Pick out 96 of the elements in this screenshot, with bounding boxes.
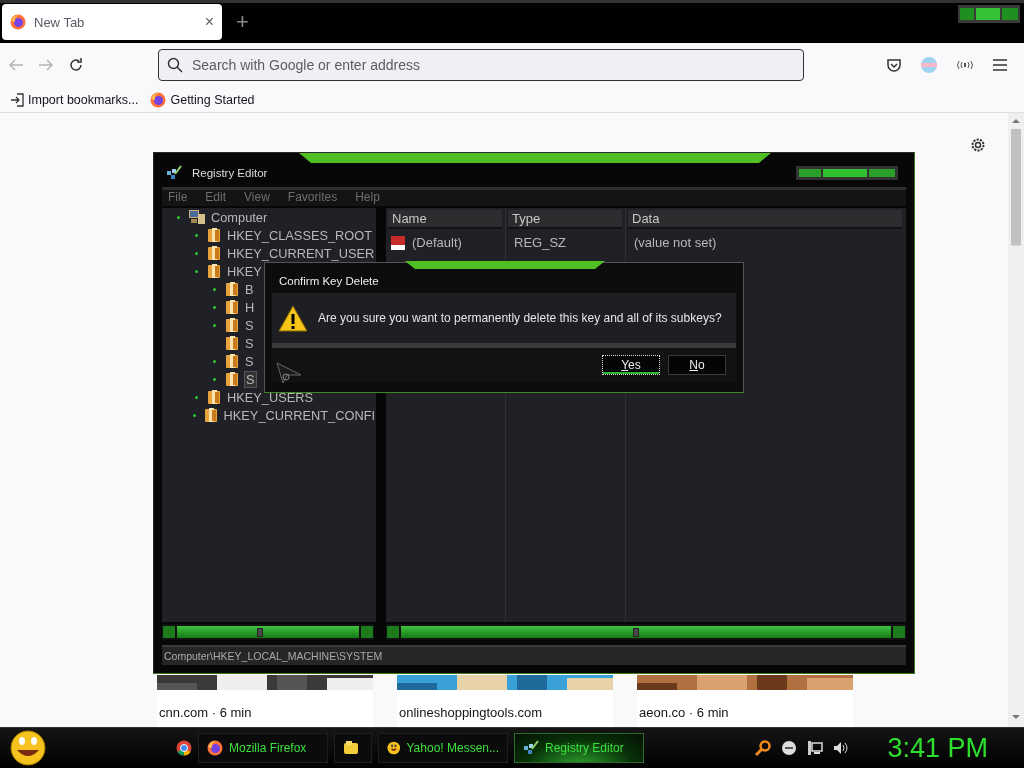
folder-icon <box>224 299 240 315</box>
dialog-title: Confirm Key Delete <box>279 275 379 287</box>
firefox-icon <box>207 740 223 756</box>
expander-dot[interactable] <box>212 359 216 363</box>
expander-dot[interactable] <box>212 287 216 291</box>
folder-icon <box>224 371 240 387</box>
browser-icon[interactable] <box>176 740 192 756</box>
string-value-icon <box>390 234 406 251</box>
column-header[interactable]: Type <box>508 210 622 229</box>
dialog-message: Are you sure you want to permanently delete this key and all of its subkeys? <box>318 311 722 325</box>
menu-item[interactable]: File <box>168 190 188 206</box>
registry-icon <box>523 740 539 756</box>
tab-title: New Tab <box>34 14 86 30</box>
folder-icon <box>224 353 240 369</box>
settings-icon[interactable] <box>970 137 986 153</box>
tree-item[interactable]: S <box>244 317 255 333</box>
smiley-icon[interactable] <box>8 730 48 766</box>
close-tab-button[interactable]: × <box>204 13 214 31</box>
expander-dot[interactable] <box>194 395 198 399</box>
horizontal-scrollbar[interactable] <box>386 624 906 640</box>
column-header[interactable]: Name <box>388 210 502 229</box>
menu-icon[interactable] <box>992 58 1008 72</box>
new-tab-button[interactable]: + <box>236 9 249 35</box>
tree-item[interactable]: HKEY <box>226 263 263 279</box>
expander-dot[interactable] <box>212 305 216 309</box>
taskbar-button[interactable] <box>334 733 372 763</box>
expander-dot[interactable] <box>212 323 216 327</box>
folder-icon <box>206 263 222 279</box>
folder-icon <box>206 227 222 243</box>
search-icon[interactable] <box>755 740 772 756</box>
menu-item[interactable]: View <box>244 190 270 206</box>
tree-item[interactable]: S <box>244 370 257 388</box>
story-card[interactable]: cnn.com · 6 min <box>157 675 373 727</box>
browser-tab[interactable]: New Tab × <box>2 4 222 40</box>
taskbar-button[interactable]: Mozilla Firefox <box>198 733 328 763</box>
firefox-icon <box>150 91 167 108</box>
computer-icon <box>188 209 206 225</box>
address-field[interactable]: Search with Google or enter address <box>158 49 804 81</box>
folder-icon <box>343 740 359 756</box>
search-icon <box>167 57 183 73</box>
reload-icon[interactable] <box>68 57 84 73</box>
menu-item[interactable]: Help <box>355 190 380 206</box>
tree-item[interactable]: HKEY_CLASSES_ROOT <box>226 227 374 243</box>
expander-dot[interactable] <box>192 413 196 417</box>
expander-dot[interactable] <box>176 215 180 219</box>
taskbar-button[interactable]: Yahoo! Messen... <box>378 733 508 763</box>
menu-item[interactable]: Edit <box>205 190 227 206</box>
clock[interactable]: 3:41 PM <box>887 732 988 764</box>
window-controls-drawing[interactable] <box>796 166 898 180</box>
bookmark-link[interactable]: Getting Started <box>170 92 255 107</box>
expander-dot[interactable] <box>194 269 198 273</box>
registry-icon <box>166 165 182 181</box>
extension-icon[interactable] <box>956 60 974 70</box>
network-icon[interactable] <box>807 740 824 756</box>
minus-circle-icon[interactable] <box>781 740 798 756</box>
expander-dot[interactable] <box>194 233 198 237</box>
bookmark-link[interactable]: Import bookmarks... <box>28 92 139 107</box>
folder-icon <box>224 281 240 297</box>
column-header[interactable]: Data <box>628 210 902 229</box>
tree-item[interactable]: H <box>244 299 256 315</box>
tree-item[interactable]: HKEY_CURRENT_CONFI <box>222 407 376 423</box>
dialog-button[interactable]: No <box>668 355 726 375</box>
firefox-icon <box>10 14 26 30</box>
table-cell-text: REG_SZ <box>513 234 567 252</box>
folder-icon <box>224 335 240 351</box>
folder-icon <box>206 245 222 261</box>
folder-icon <box>206 389 222 405</box>
card-caption: cnn.com · 6 min <box>158 704 253 722</box>
tree-item[interactable]: Computer <box>210 209 269 225</box>
tree-item[interactable]: S <box>244 353 255 369</box>
folder-icon <box>202 407 219 423</box>
card-caption: aeon.co · 6 min <box>638 704 730 722</box>
expander-dot[interactable] <box>212 377 216 381</box>
folder-icon <box>224 317 240 333</box>
story-card[interactable]: aeon.co · 6 min <box>637 675 853 727</box>
tree-item[interactable]: HKEY_USERS <box>226 389 315 405</box>
card-caption: onlineshoppingtools.com <box>398 704 544 722</box>
menu-item[interactable]: Favorites <box>287 190 338 206</box>
import-icon <box>10 92 24 107</box>
tree-item[interactable]: S <box>244 335 255 351</box>
smiley-icon <box>387 740 401 756</box>
tree-item[interactable]: HKEY_CURRENT_USER <box>226 245 376 261</box>
window-controls-drawing[interactable] <box>958 5 1020 23</box>
status-text: Computer\HKEY_LOCAL_MACHINE\SYSTEM <box>164 650 383 662</box>
story-card[interactable]: onlineshoppingtools.com <box>397 675 613 727</box>
volume-icon[interactable] <box>833 740 850 756</box>
expander-dot[interactable] <box>194 251 198 255</box>
horizontal-scrollbar[interactable] <box>162 624 374 640</box>
warning-icon <box>278 304 308 332</box>
tree-item[interactable]: B <box>244 281 255 297</box>
table-cell-text: (Default) <box>411 234 463 252</box>
pocket-icon[interactable] <box>886 57 902 73</box>
dialog-button[interactable]: Yes <box>602 355 660 375</box>
taskbar-button[interactable]: Registry Editor <box>514 733 644 763</box>
window-title: Registry Editor <box>192 167 268 179</box>
table-cell-text: (value not set) <box>633 234 718 252</box>
